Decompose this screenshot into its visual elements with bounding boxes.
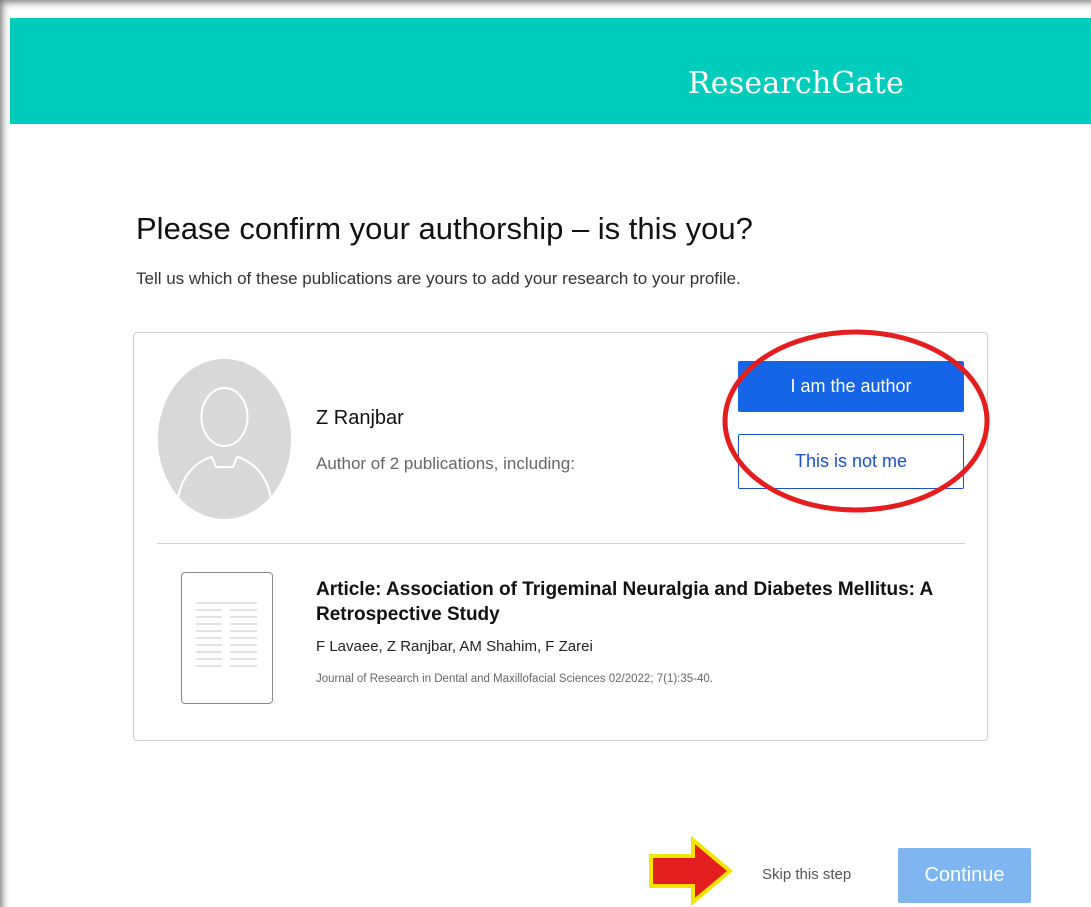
highlight-ellipse xyxy=(722,329,990,513)
skip-this-step-link[interactable]: Skip this step xyxy=(762,866,851,883)
arrow-right-icon xyxy=(649,835,734,907)
author-name: Z Ranjbar xyxy=(316,407,404,429)
continue-button[interactable]: Continue xyxy=(898,848,1031,903)
top-bar: ResearchGate xyxy=(10,18,1091,124)
publication-venue: Journal of Research in Dental and Maxill… xyxy=(316,673,713,685)
author-publication-count: Author of 2 publications, including: xyxy=(316,454,575,473)
document-icon[interactable] xyxy=(181,572,273,704)
person-silhouette-icon xyxy=(158,359,291,519)
card-divider xyxy=(157,543,965,544)
page-subtitle: Tell us which of these publications are … xyxy=(136,269,741,288)
publication-authors: F Lavaee, Z Ranjbar, AM Shahim, F Zarei xyxy=(316,638,593,655)
brand-logo[interactable]: ResearchGate xyxy=(688,66,904,101)
publication-title[interactable]: Article: Association of Trigeminal Neura… xyxy=(316,577,976,627)
page-title: Please confirm your authorship – is this… xyxy=(136,211,753,246)
